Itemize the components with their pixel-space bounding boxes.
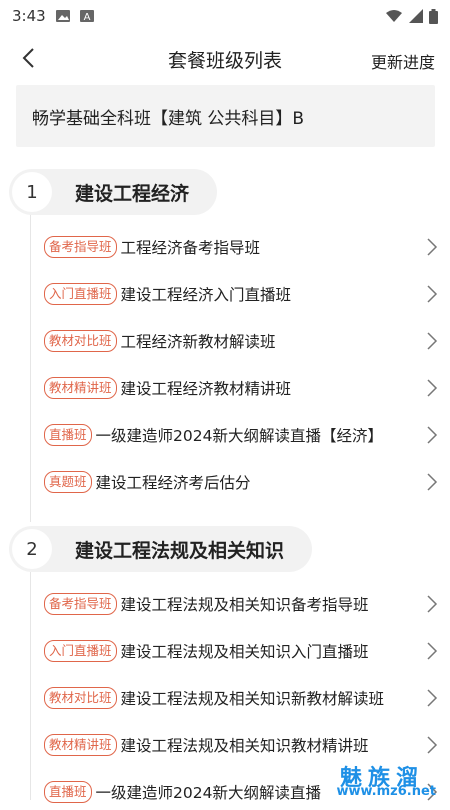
class-type-badge: 直播班 <box>44 424 92 446</box>
chevron-right-icon <box>426 687 438 709</box>
section-title: 建设工程法规及相关知识 <box>75 536 312 563</box>
list-item[interactable]: 真题班 建设工程经济考后估分 <box>44 464 450 500</box>
course-name: 畅学基础全科班【建筑 公共科目】B <box>32 104 304 129</box>
list-item[interactable]: 教材精讲班 建设工程经济教材精讲班 <box>44 370 450 406</box>
watermark-url: www.mz6.net <box>336 784 436 799</box>
class-title: 建设工程法规及相关知识入门直播班 <box>121 640 369 662</box>
class-type-badge: 入门直播班 <box>44 640 117 662</box>
list-item[interactable]: 入门直播班 建设工程法规及相关知识入门直播班 <box>44 633 450 669</box>
class-type-badge: 备考指导班 <box>44 236 117 258</box>
list-item[interactable]: 备考指导班 建设工程法规及相关知识备考指导班 <box>44 586 450 622</box>
class-type-badge: 教材对比班 <box>44 330 117 352</box>
status-time: 3:43 <box>12 7 46 25</box>
chevron-right-icon <box>426 330 438 352</box>
timeline-line <box>30 192 31 522</box>
list-item[interactable]: 备考指导班 工程经济备考指导班 <box>44 229 450 265</box>
class-type-badge: 教材对比班 <box>44 687 117 709</box>
chevron-right-icon <box>426 283 438 305</box>
chevron-right-icon <box>426 424 438 446</box>
class-title: 建设工程经济入门直播班 <box>121 283 292 305</box>
class-type-badge: 备考指导班 <box>44 593 117 615</box>
class-type-badge: 教材精讲班 <box>44 734 117 756</box>
chevron-right-icon <box>426 236 438 258</box>
list-item[interactable]: 入门直播班 建设工程经济入门直播班 <box>44 276 450 312</box>
section-header[interactable]: 2 建设工程法规及相关知识 <box>9 526 312 572</box>
svg-text:A: A <box>83 12 90 22</box>
chevron-right-icon <box>426 377 438 399</box>
watermark: 魅族溜 www.mz6.net <box>294 764 444 800</box>
class-title: 工程经济备考指导班 <box>121 236 261 258</box>
class-title: 建设工程法规及相关知识新教材解读班 <box>121 687 385 709</box>
section-title: 建设工程经济 <box>75 179 217 206</box>
list-item[interactable]: 教材精讲班 建设工程法规及相关知识教材精讲班 <box>44 727 450 763</box>
timeline-line <box>30 572 31 800</box>
battery-icon <box>429 9 438 24</box>
chevron-right-icon <box>426 593 438 615</box>
list-item[interactable]: 教材对比班 工程经济新教材解读班 <box>44 323 450 359</box>
section-number: 2 <box>12 529 52 569</box>
class-type-badge: 入门直播班 <box>44 283 117 305</box>
class-type-badge: 教材精讲班 <box>44 377 117 399</box>
section-number: 1 <box>12 172 52 212</box>
class-title: 建设工程法规及相关知识备考指导班 <box>121 593 369 615</box>
chevron-right-icon <box>426 471 438 493</box>
signal-icon <box>409 9 423 23</box>
navbar: 套餐班级列表 更新进度 <box>0 36 450 80</box>
class-title: 建设工程经济教材精讲班 <box>121 377 292 399</box>
image-icon <box>56 10 70 22</box>
wifi-icon <box>385 9 403 23</box>
update-progress-button[interactable]: 更新进度 <box>371 49 435 73</box>
chevron-right-icon <box>426 734 438 756</box>
class-title: 工程经济新教材解读班 <box>121 330 276 352</box>
list-item[interactable]: 教材对比班 建设工程法规及相关知识新教材解读班 <box>44 680 450 716</box>
class-title: 建设工程法规及相关知识教材精讲班 <box>121 734 369 756</box>
list-item[interactable]: 直播班 一级建造师2024新大纲解读直播【经济】 <box>44 417 450 453</box>
status-bar: 3:43 A <box>0 0 450 32</box>
section-header[interactable]: 1 建设工程经济 <box>9 169 217 215</box>
a-icon: A <box>80 10 94 22</box>
chevron-right-icon <box>426 640 438 662</box>
class-type-badge: 真题班 <box>44 471 92 493</box>
course-name-box: 畅学基础全科班【建筑 公共科目】B <box>16 85 435 147</box>
class-title: 建设工程经济考后估分 <box>96 471 251 493</box>
class-title: 一级建造师2024新大纲解读直播【经济】 <box>96 424 383 446</box>
